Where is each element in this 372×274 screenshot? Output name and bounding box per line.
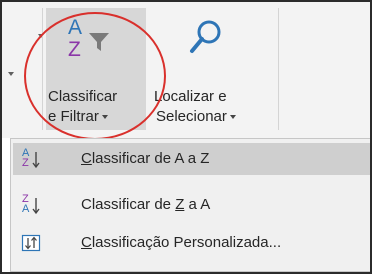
- ribbon-left-partial-group: [8, 14, 44, 124]
- sort-filter-icon: A Z: [66, 16, 116, 66]
- ribbon-divider: [278, 8, 279, 130]
- find-select-label-line1: Localizar e: [154, 88, 227, 105]
- sort-filter-dropdown-menu: A Z Classificar de A a Z Z A Classificar…: [10, 138, 370, 272]
- chevron-down-icon[interactable]: [38, 34, 44, 38]
- sort-filter-label-line2: e Filtrar: [48, 108, 108, 126]
- funnel-icon: [89, 33, 109, 51]
- sort-az-icon: A Z: [21, 147, 41, 169]
- chevron-down-icon[interactable]: [8, 72, 14, 76]
- menu-item-label: Classificar de Z a A: [81, 196, 211, 213]
- chevron-down-icon: [101, 115, 108, 120]
- ribbon-editing-group: A Z Classificar e Filtrar Localizar e Se…: [2, 2, 370, 138]
- menu-item-sort-z-to-a[interactable]: Z A Classificar de Z a A: [13, 189, 370, 221]
- chevron-down-icon: [229, 115, 236, 120]
- menu-item-custom-sort[interactable]: Classificação Personalizada...: [13, 227, 370, 259]
- menu-item-sort-a-to-z[interactable]: A Z Classificar de A a Z: [13, 143, 370, 175]
- find-select-button[interactable]: Localizar e Selecionar: [152, 8, 262, 130]
- menu-item-label: Classificação Personalizada...: [81, 234, 282, 251]
- magnifier-icon: [190, 20, 221, 53]
- sort-filter-button[interactable]: A Z Classificar e Filtrar: [46, 8, 146, 130]
- custom-sort-icon: [21, 233, 41, 253]
- sort-icon-letter-a: A: [68, 16, 83, 39]
- sort-za-icon: Z A: [21, 193, 41, 215]
- ribbon-divider: [42, 8, 43, 130]
- screenshot-frame: A Z Classificar e Filtrar Localizar e Se…: [0, 0, 372, 274]
- menu-item-label: Classificar de A a Z: [81, 150, 210, 167]
- sort-filter-label-line1: Classificar: [48, 88, 118, 105]
- sort-icon-letter-z: Z: [68, 38, 81, 61]
- find-select-label-line2: Selecionar: [156, 108, 236, 126]
